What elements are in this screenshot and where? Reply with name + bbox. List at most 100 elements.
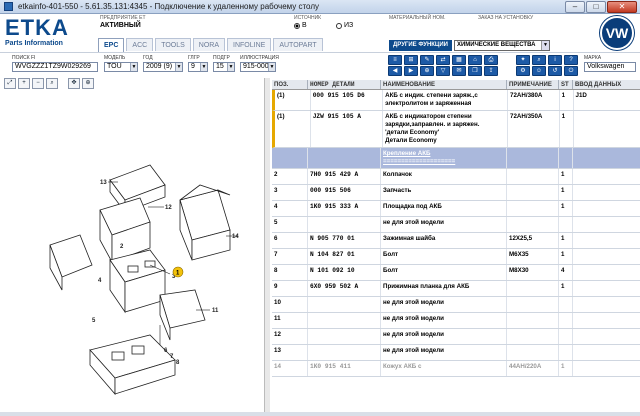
tab-acc[interactable]: ACC (126, 38, 154, 51)
table-row[interactable]: 13 не для этой модели (272, 345, 640, 361)
table-row[interactable]: 6N 905 770 01 Зажимная шайба 12X25,5 1 (272, 233, 640, 249)
radio-iz[interactable]: ИЗ (336, 22, 353, 29)
tab-tools[interactable]: TOOLS (155, 38, 191, 51)
year-label: ГОД (143, 55, 153, 61)
illustration-viewer[interactable]: 13 12 14 2 3 4 5 11 6 7 8 1 (0, 90, 268, 412)
table-row[interactable]: 4 1K0 915 333 A Площадка под АКБ 1 (272, 201, 640, 217)
table-row[interactable]: 2 7H0 915 429 A Колпачок 1 (272, 169, 640, 185)
table-row[interactable]: (1) 000 915 105 D6 АКБ с индик. степени за… (272, 90, 640, 111)
fit-icon[interactable]: ⤢ (4, 78, 16, 89)
tab-autopart[interactable]: AUTOPART (273, 38, 323, 51)
list-icon[interactable]: ≡ (388, 55, 402, 65)
wrench-icon[interactable]: ✦ (516, 55, 530, 65)
note-icon[interactable]: ✉ (452, 66, 466, 76)
table-row[interactable]: 12 не для этой модели (272, 329, 640, 345)
print-icon[interactable]: ⎙ (484, 55, 498, 65)
table-row[interactable]: 3 000 915 506 Запчасть 1 (272, 185, 640, 201)
vehicle-fields: ПОИСК FI WVGZZZ1TZ9W029269 МОДЕЛЬ TOU ▼ Г… (0, 52, 640, 76)
table-row[interactable]: (1) JZW 915 105 A АКБ с индикатором степен… (272, 111, 640, 148)
table-row[interactable]: 10 не для этой модели (272, 297, 640, 313)
col-note[interactable]: ПРИМЕЧАНИЕ (507, 80, 559, 89)
cell-part-number (308, 217, 381, 232)
tab-infoline[interactable]: INFOLINE (227, 38, 272, 51)
settings-icon[interactable]: ⚙ (516, 66, 530, 76)
cell-note (507, 169, 559, 184)
col-date[interactable]: ВВОД ДАННЫХ (573, 80, 640, 89)
minimize-button[interactable]: – (565, 1, 585, 13)
cell-st (559, 329, 573, 344)
grid-icon[interactable]: ▦ (452, 55, 466, 65)
zoom-window-icon[interactable]: ⌕ (46, 78, 58, 89)
table-row[interactable]: 5 не для этой модели (272, 217, 640, 233)
material-label: МАТЕРИАЛЬНЫЙ НОМ. (389, 15, 446, 21)
cell-date (573, 233, 640, 248)
viewer-scrollbar[interactable] (264, 78, 270, 412)
table-row[interactable]: 9 6X0 959 502 A Прижимная планка для АКБ 1 (272, 281, 640, 297)
main-tabs: EPC ACC TOOLS NORA INFOLINE AUTOPART (98, 38, 323, 52)
zoom-in-icon[interactable]: + (18, 78, 30, 89)
parts-grid: ПОЗ. НОМЕР ДЕТАЛИ НАИМЕНОВАНИЕ ПРИМЕЧАНИ… (272, 80, 640, 416)
cell-name: Крепление АКБ ==================== (381, 148, 507, 168)
logo-subtitle: Parts Information (5, 40, 63, 47)
exit-icon[interactable]: ⏻ (564, 66, 578, 76)
cell-date (573, 345, 640, 360)
close-button[interactable]: ✕ (607, 1, 637, 13)
cell-note: M6X35 (507, 249, 559, 264)
zoom-out-icon[interactable]: − (32, 78, 44, 89)
search-input[interactable]: WVGZZZ1TZ9W029269 (12, 62, 98, 72)
maximize-button[interactable]: □ (586, 1, 606, 13)
model-value: TOU (107, 63, 122, 70)
help-icon[interactable]: ? (564, 55, 578, 65)
functions-select[interactable]: ХИМИЧЕСКИЕ ВЕЩЕСТВА ▼ (453, 40, 550, 51)
subgroup-select[interactable]: 15 ▼ (213, 62, 235, 72)
model-select[interactable]: TOU ▼ (104, 62, 138, 72)
user-icon[interactable]: ☺ (532, 66, 546, 76)
search-icon[interactable]: ⌕ (532, 55, 546, 65)
cell-pos: 10 (272, 297, 308, 312)
radio-v[interactable]: В (294, 22, 307, 29)
cell-st (559, 297, 573, 312)
brand-select[interactable]: Volkswagen (584, 62, 636, 72)
year-select[interactable]: 2009 (9) ▼ (143, 62, 183, 72)
grid-rows: (1) 000 915 105 D6 АКБ с индик. степени за… (272, 90, 640, 416)
info-icon[interactable]: i (548, 55, 562, 65)
back-icon[interactable]: ◀ (388, 66, 402, 76)
bookmark-icon[interactable]: ⌂ (468, 55, 482, 65)
tool-icon[interactable]: ✎ (420, 55, 434, 65)
history-icon[interactable]: ↺ (548, 66, 562, 76)
table-row[interactable]: Крепление АКБ ==================== (272, 148, 640, 169)
callout-11: 11 (212, 308, 219, 314)
cart-icon[interactable]: ⊞ (404, 55, 418, 65)
search-label: ПОИСК FI (12, 55, 36, 61)
col-part-number[interactable]: НОМЕР ДЕТАЛИ (308, 80, 381, 89)
table-row[interactable]: 7N 104 827 01 Болт M6X35 1 (272, 249, 640, 265)
functions-selected: ХИМИЧЕСКИЕ ВЕЩЕСТВА (456, 42, 536, 48)
cell-part-number (308, 297, 381, 312)
export-icon[interactable]: ⇪ (484, 66, 498, 76)
filter-icon[interactable]: ▽ (436, 66, 450, 76)
table-row[interactable]: 14 1K0 915 411 Кожух АКБ с 44AH/220A 1 (272, 361, 640, 377)
table-row[interactable]: 8N 101 092 10 Болт M8X30 4 (272, 265, 640, 281)
group-select[interactable]: 9 ▼ (188, 62, 208, 72)
zoom-icon[interactable]: ⊕ (420, 66, 434, 76)
group-field: ГЛГР 9 ▼ (188, 54, 208, 72)
forward-icon[interactable]: ▶ (404, 66, 418, 76)
copy-icon[interactable]: ❐ (468, 66, 482, 76)
cell-date (573, 361, 640, 376)
col-st[interactable]: ST (559, 80, 573, 89)
col-name[interactable]: НАИМЕНОВАНИЕ (381, 80, 507, 89)
function-icons-row1: ≡ ⊞ ✎ ⇄ ▦ ⌂ ⎙ ✦ ⌕ i ? (388, 55, 578, 65)
tab-nora[interactable]: NORA (192, 38, 226, 51)
pan-icon[interactable]: ✥ (68, 78, 80, 89)
chevron-down-icon: ▼ (175, 63, 182, 71)
cell-note (507, 217, 559, 232)
table-row[interactable]: 11 не для этой модели (272, 313, 640, 329)
magnify-icon[interactable]: ⊕ (82, 78, 94, 89)
swap-icon[interactable]: ⇄ (436, 55, 450, 65)
viewer-toolbar: ⤢ + − ⌕ ✥ ⊕ (4, 78, 94, 90)
illustration-select[interactable]: 915-000 ▼ (240, 62, 276, 72)
cell-name: Запчасть (381, 185, 507, 200)
col-pos[interactable]: ПОЗ. (272, 80, 308, 89)
cell-date (574, 111, 640, 147)
tab-epc[interactable]: EPC (98, 38, 125, 52)
